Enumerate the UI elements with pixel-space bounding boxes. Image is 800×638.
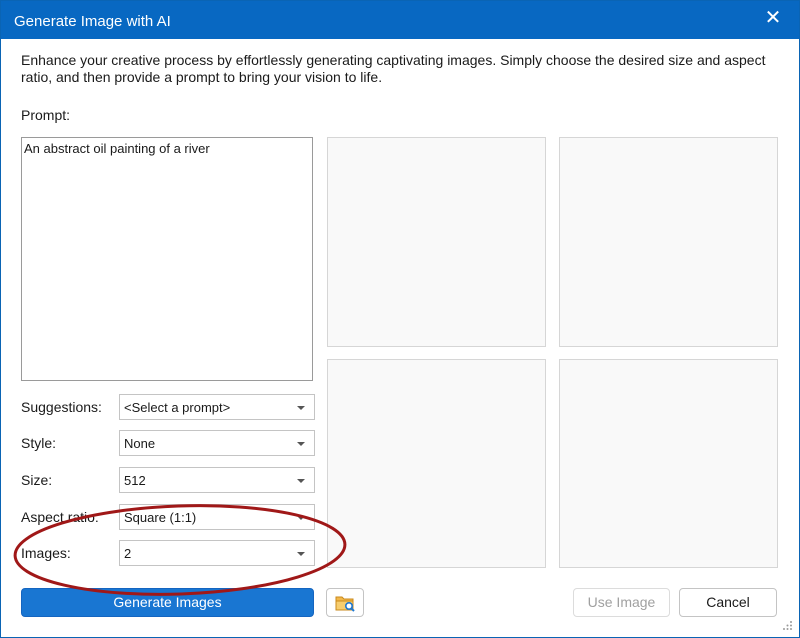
aspect-ratio-label: Aspect ratio:: [21, 509, 99, 525]
title-bar: Generate Image with AI ✕: [1, 1, 799, 39]
chevron-down-icon: [297, 442, 305, 446]
size-label: Size:: [21, 472, 53, 488]
image-preview-slot[interactable]: [327, 359, 546, 568]
size-value: 512: [124, 473, 146, 488]
image-preview-slot[interactable]: [559, 137, 778, 347]
style-value: None: [124, 436, 156, 451]
generate-image-dialog: Generate Image with AI ✕ Enhance your cr…: [0, 0, 800, 638]
style-label: Style:: [21, 435, 57, 451]
prompt-label: Prompt:: [21, 107, 71, 123]
dialog-title: Generate Image with AI: [14, 13, 171, 30]
chevron-down-icon: [297, 516, 305, 520]
image-preview-slot[interactable]: [327, 137, 546, 347]
browse-images-button[interactable]: [326, 588, 364, 617]
images-dropdown[interactable]: 2: [119, 540, 315, 566]
cancel-button[interactable]: Cancel: [679, 588, 777, 617]
suggestions-value: <Select a prompt>: [124, 400, 231, 415]
generate-images-button[interactable]: Generate Images: [21, 588, 314, 617]
aspect-ratio-value: Square (1:1): [124, 510, 197, 525]
prompt-textarea[interactable]: An abstract oil painting of a river: [21, 137, 313, 381]
style-dropdown[interactable]: None: [119, 430, 315, 456]
description-text: Enhance your creative process by effortl…: [21, 52, 766, 85]
image-preview-slot[interactable]: [559, 359, 778, 568]
folder-search-icon: [335, 596, 355, 612]
chevron-down-icon: [297, 406, 305, 410]
images-label: Images:: [21, 545, 71, 561]
use-image-button[interactable]: Use Image: [573, 588, 670, 617]
aspect-ratio-dropdown[interactable]: Square (1:1): [119, 504, 315, 530]
chevron-down-icon: [297, 479, 305, 483]
close-icon[interactable]: ✕: [761, 6, 785, 30]
suggestions-dropdown[interactable]: <Select a prompt>: [119, 394, 315, 420]
chevron-down-icon: [297, 552, 305, 556]
suggestions-label: Suggestions:: [21, 399, 102, 415]
size-dropdown[interactable]: 512: [119, 467, 315, 493]
resize-grip-icon[interactable]: [783, 621, 793, 631]
images-value: 2: [124, 546, 132, 561]
